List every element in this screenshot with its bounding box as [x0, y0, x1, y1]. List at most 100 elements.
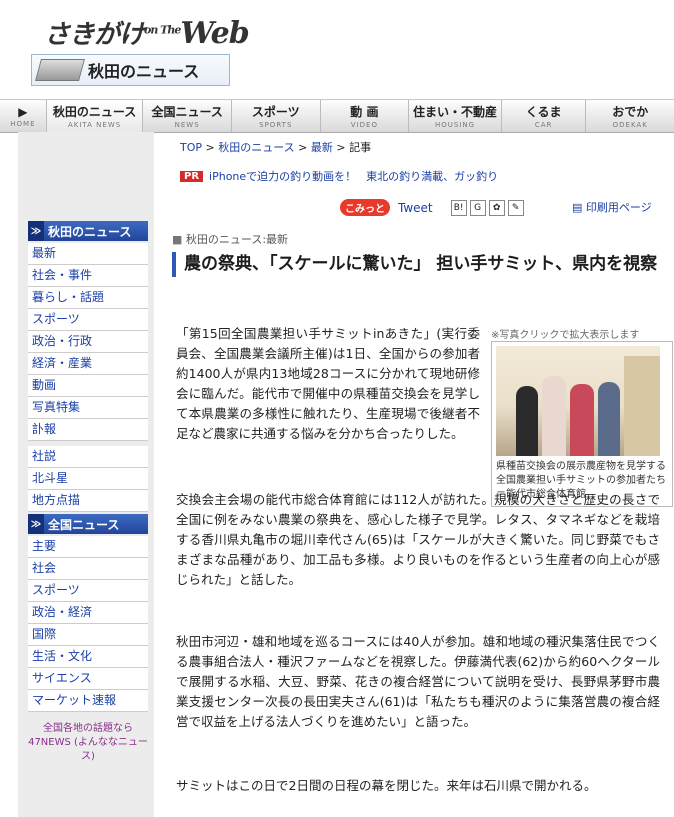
article-paragraph-4: サミットはこの日で2日間の日程の幕を閉じた。来年は石川県で開かれる。 [176, 778, 597, 793]
global-nav: ▶ HOME 秋田のニュース AKITA NEWS 全国ニュース NEWS スポ… [0, 99, 674, 133]
sidebar-item[interactable]: 主要 [28, 536, 148, 558]
social-bar: こみっと Tweet B! G ✿ ✎ [340, 199, 527, 216]
sidebar-link[interactable]: 社会 [32, 561, 56, 575]
breadcrumb-top[interactable]: TOP [180, 141, 202, 154]
chevron-down-icon: ≫ [28, 221, 44, 241]
nav-akita-news[interactable]: 秋田のニュース AKITA NEWS [46, 100, 144, 132]
google-bookmark-icon[interactable]: G [469, 199, 486, 216]
sidebar-link[interactable]: 政治・行政 [32, 334, 92, 348]
sidebar-47news-link[interactable]: 全国各地の話題なら 47NEWS (よんななニュース) [28, 722, 148, 764]
sidebar-item[interactable]: サイエンス [28, 668, 148, 690]
sidebar-item[interactable]: 政治・行政 [28, 331, 148, 353]
sidebar-link[interactable]: 北斗星 [32, 471, 68, 485]
nav-video[interactable]: 動 画 VIDEO [321, 100, 410, 132]
nav-car[interactable]: くるま CAR [502, 100, 587, 132]
nav-sublabel: ODEKAK [612, 121, 648, 129]
article-photo[interactable] [496, 346, 660, 456]
sidebar-link[interactable]: 経済・産業 [32, 356, 92, 370]
nav-odekake[interactable]: おでか ODEKAK [586, 100, 674, 132]
sidebar-link[interactable]: 最新 [32, 246, 56, 260]
photo-shelf [624, 356, 660, 456]
sidebar-link[interactable]: スポーツ [32, 312, 80, 326]
sidebar-heading-national[interactable]: ≫ 全国ニュース [28, 514, 148, 534]
nav-sublabel: CAR [534, 121, 553, 129]
nav-sublabel: NEWS [174, 121, 200, 129]
nav-sublabel: HOUSING [434, 121, 476, 129]
section-title: 秋田のニュース [88, 62, 200, 81]
photo-person [516, 386, 538, 456]
sidebar-item[interactable]: 社会・事件 [28, 265, 148, 287]
sidebar-link[interactable]: 生活・文化 [32, 649, 92, 663]
photo-figure: 県種苗交換会の展示農産物を見学する全国農業担い手サミットの参加者たち＝能代市総合… [491, 341, 673, 507]
nav-label: 動 画 [350, 105, 379, 119]
breadcrumb-latest[interactable]: 最新 [311, 141, 333, 154]
sidebar-link[interactable]: サイエンス [32, 671, 92, 685]
sidebar-link[interactable]: マーケット速報 [32, 693, 116, 707]
print-page-link[interactable]: ▤ 印刷用ページ [572, 199, 652, 215]
clip-icon[interactable]: ✎ [507, 199, 524, 216]
sidebar-item[interactable]: 生活・文化 [28, 646, 148, 668]
sidebar-link[interactable]: 社会・事件 [32, 268, 92, 282]
chevron-down-icon: ≫ [28, 514, 44, 534]
sidebar-item[interactable]: 最新 [28, 243, 148, 265]
sidebar-item[interactable]: 北斗星 [28, 468, 148, 490]
sidebar-item[interactable]: スポーツ [28, 580, 148, 602]
sidebar-link[interactable]: 政治・経済 [32, 605, 92, 619]
komitto-button[interactable]: こみっと [340, 199, 390, 216]
sidebar-item[interactable]: 訃報 [28, 419, 148, 441]
sidebar-item[interactable]: 写真特集 [28, 397, 148, 419]
sidebar-link[interactable]: 写真特集 [32, 400, 80, 414]
sidebar-item[interactable]: 社会 [28, 558, 148, 580]
nav-label: スポーツ [251, 105, 300, 119]
nav-sublabel: SPORTS [259, 121, 293, 129]
print-icon: ▤ [572, 201, 583, 214]
nav-label: 住まい・不動産 [412, 105, 497, 119]
sidebar-link[interactable]: 地方点描 [32, 493, 80, 507]
sidebar-link[interactable]: 訃報 [32, 422, 56, 436]
photo-person [570, 384, 594, 456]
photo-person [598, 382, 620, 456]
tweet-button[interactable]: Tweet [398, 201, 433, 215]
home-icon: ▶ [18, 104, 28, 119]
sidebar-heading-akita[interactable]: ≫ 秋田のニュース [28, 221, 148, 241]
photo-person [542, 376, 566, 456]
sidebar-item[interactable]: マーケット速報 [28, 690, 148, 712]
sidebar-item[interactable]: 国際 [28, 624, 148, 646]
logo-text: さきがけ [44, 20, 145, 50]
pr-link[interactable]: iPhoneで迫力の釣り動画を！ [209, 168, 356, 184]
site-logo[interactable]: さきがけon TheWeb [44, 14, 250, 51]
sidebar-link[interactable]: 国際 [32, 627, 56, 641]
photo-note: ※写真クリックで拡大表示します [491, 330, 640, 341]
article-paragraph-3: 秋田市河辺・雄和地域を巡るコースには40人が参加。雄和地域の種沢集落住民でつくる… [176, 634, 660, 729]
nav-news[interactable]: 全国ニュース NEWS [143, 100, 232, 132]
sidebar-link[interactable]: 動画 [32, 378, 56, 392]
sidebar-item[interactable]: 政治・経済 [28, 602, 148, 624]
article-headline: 農の祭典、「スケールに驚いた」 担い手サミット、県内を視察 [172, 252, 674, 277]
nav-housing[interactable]: 住まい・不動産 HOUSING [409, 100, 502, 132]
nav-home[interactable]: ▶ HOME [0, 100, 47, 132]
breadcrumb-akita[interactable]: 秋田のニュース [218, 141, 294, 154]
article-paragraph-1: 「第15回全国農業担い手サミットinあきた」(実行委員会、全国農業会議所主催)は… [176, 326, 480, 441]
article-paragraph-2: 交換会主会場の能代市総合体育館には112人が訪れた。規模の大きさと歴史の長さで全… [176, 492, 660, 587]
sidebar-item[interactable]: 動画 [28, 375, 148, 397]
bookmark-b-icon[interactable]: B! [450, 199, 467, 216]
nav-label: 秋田のニュース [52, 105, 137, 119]
sidebar-item[interactable]: 社説 [28, 446, 148, 468]
sidebar-item[interactable]: 地方点描 [28, 490, 148, 512]
sidebar-link[interactable]: 主要 [32, 539, 56, 553]
sidebar-item[interactable]: スポーツ [28, 309, 148, 331]
nav-sublabel: VIDEO [350, 121, 378, 129]
sidebar-item[interactable]: 経済・産業 [28, 353, 148, 375]
sidebar-link[interactable]: スポーツ [32, 583, 80, 597]
sidebar-link[interactable]: 暮らし・話題 [32, 290, 104, 304]
pr-bar: PR iPhoneで迫力の釣り動画を！ 東北の釣り満載、ガッ釣り [180, 168, 508, 184]
nav-sports[interactable]: スポーツ SPORTS [232, 100, 321, 132]
sidebar-heading-label: 秋田のニュース [48, 224, 132, 239]
pr-badge: PR [180, 170, 204, 182]
sidebar-link[interactable]: 社説 [32, 449, 56, 463]
sidebar-item[interactable]: 暮らし・話題 [28, 287, 148, 309]
share-icon[interactable]: ✿ [488, 199, 505, 216]
pr-link[interactable]: 東北の釣り満載、ガッ釣り [366, 168, 498, 184]
print-label: 印刷用ページ [585, 201, 652, 214]
breadcrumb: TOP > 秋田のニュース > 最新 > 記事 [180, 141, 372, 154]
